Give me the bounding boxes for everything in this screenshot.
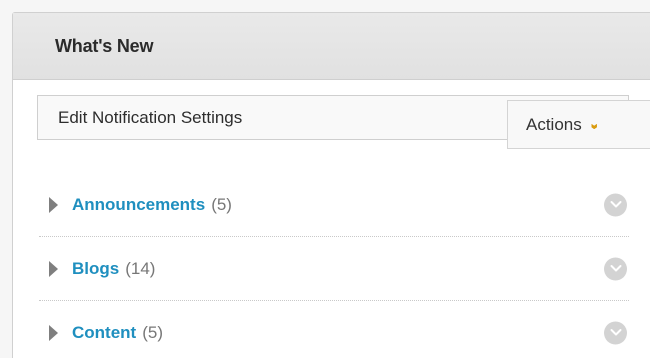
chevron-down-icon[interactable] xyxy=(604,257,627,280)
double-chevron-down-icon: ›› xyxy=(587,122,604,127)
actions-label: Actions xyxy=(526,114,582,134)
chevron-down-icon[interactable] xyxy=(604,321,627,344)
actions-menu-button[interactable]: Actions ›› xyxy=(507,100,650,149)
module-title: What's New xyxy=(55,35,154,56)
edit-notification-settings-label: Edit Notification Settings xyxy=(58,107,243,127)
module-header: What's New xyxy=(13,13,650,80)
list-item-count: (5) xyxy=(142,322,163,342)
list-item-count: (5) xyxy=(211,194,232,214)
whats-new-module: What's New Edit Notification Settings Ac… xyxy=(12,12,650,358)
list-item-label[interactable]: Announcements xyxy=(72,195,205,215)
list-item-announcements[interactable]: Announcements (5) xyxy=(39,173,629,237)
list-item-blogs[interactable]: Blogs (14) xyxy=(39,237,629,301)
expand-triangle-icon[interactable] xyxy=(49,324,58,341)
expand-triangle-icon[interactable] xyxy=(49,260,58,277)
module-toolbar: Edit Notification Settings Actions ›› xyxy=(37,95,650,151)
list-item-content[interactable]: Content (5) xyxy=(39,301,629,358)
list-item-label[interactable]: Blogs xyxy=(72,259,119,279)
list-item-count: (14) xyxy=(125,258,156,278)
chevron-down-icon[interactable] xyxy=(604,193,627,216)
list-item-label[interactable]: Content xyxy=(72,323,136,343)
page: What's New Edit Notification Settings Ac… xyxy=(0,0,650,358)
whats-new-list: Announcements (5) Blogs (14) Content (5) xyxy=(39,173,629,358)
expand-triangle-icon[interactable] xyxy=(49,196,58,213)
